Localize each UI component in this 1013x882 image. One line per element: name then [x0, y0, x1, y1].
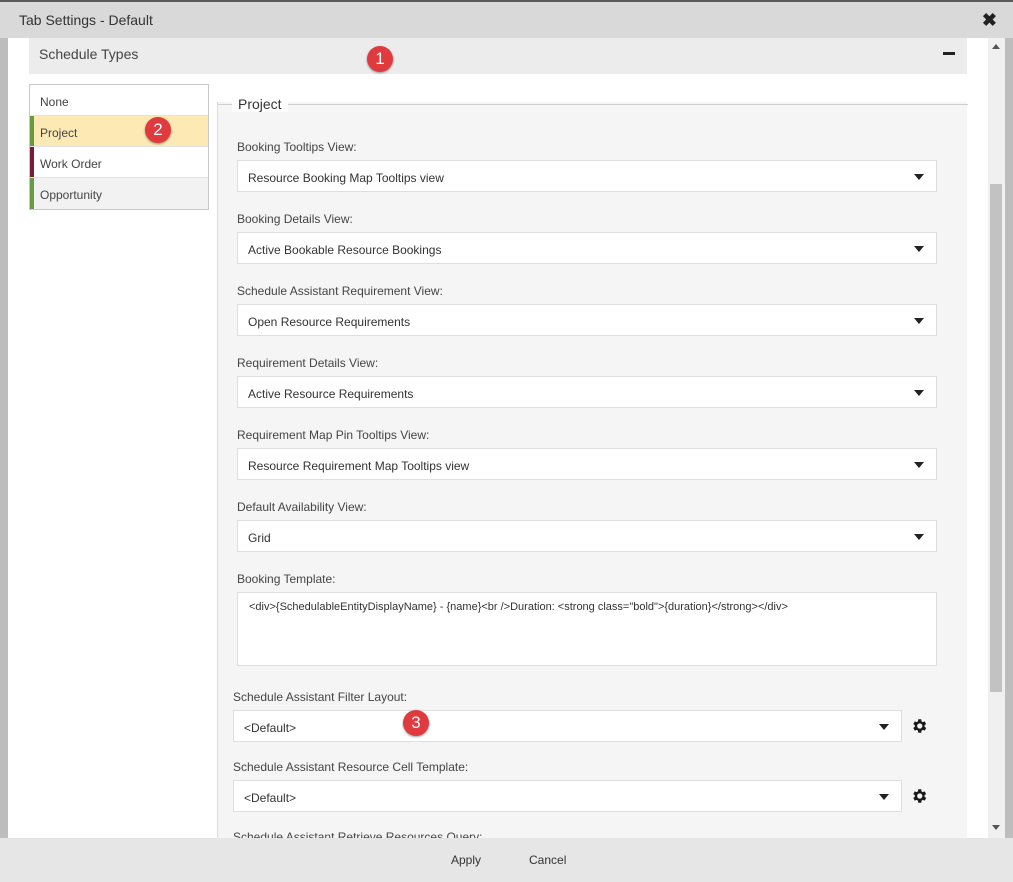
resource-cell-template-label: Schedule Assistant Resource Cell Templat…	[233, 760, 469, 774]
map-pin-tooltips-label: Requirement Map Pin Tooltips View:	[237, 428, 430, 442]
select-value: Resource Requirement Map Tooltips view	[248, 459, 470, 473]
schedule-type-opportunity[interactable]: Opportunity	[30, 178, 208, 209]
retrieve-resources-query-label: Schedule Assistant Retrieve Resources Qu…	[233, 830, 483, 838]
panel-legend: Project	[232, 96, 288, 112]
chevron-down-icon	[914, 318, 924, 324]
requirement-details-select[interactable]: Active Resource Requirements	[237, 376, 937, 408]
select-value: <Default>	[244, 791, 297, 805]
apply-button[interactable]: Apply	[451, 853, 481, 867]
booking-details-select[interactable]: Active Bookable Resource Bookings	[237, 232, 937, 264]
schedule-type-label: Project	[40, 126, 78, 140]
availability-view-label: Default Availability View:	[237, 500, 367, 514]
availability-view-select[interactable]: Grid	[237, 520, 937, 552]
scroll-down-icon[interactable]	[992, 825, 1000, 830]
schedule-types-header[interactable]: Schedule Types	[29, 38, 967, 74]
chevron-down-icon	[914, 462, 924, 468]
tab-settings-dialog: Schedule Types 1 None Project Work Order…	[8, 38, 1005, 838]
sa-requirement-view-label: Schedule Assistant Requirement View:	[237, 284, 443, 298]
cancel-button[interactable]: Cancel	[529, 853, 566, 867]
schedule-type-none[interactable]: None	[30, 85, 208, 116]
select-value: Grid	[248, 531, 271, 545]
fieldset-border	[218, 104, 968, 105]
chevron-down-icon	[879, 724, 889, 730]
annotation-badge-2: 2	[145, 117, 171, 143]
chevron-down-icon	[914, 390, 924, 396]
resource-cell-template-select[interactable]: <Default>	[233, 780, 902, 812]
schedule-type-list: None Project Work Order Opportunity	[29, 84, 209, 210]
scroll-up-icon[interactable]	[992, 44, 1000, 49]
chevron-down-icon	[914, 174, 924, 180]
filter-layout-label: Schedule Assistant Filter Layout:	[233, 690, 408, 704]
dialog-footer: Apply Cancel	[0, 838, 1013, 882]
filter-layout-select[interactable]: <Default>	[233, 710, 902, 742]
select-value: Active Resource Requirements	[248, 387, 414, 401]
schedule-type-work-order[interactable]: Work Order	[30, 147, 208, 178]
select-value: Open Resource Requirements	[248, 315, 411, 329]
collapse-icon[interactable]	[943, 52, 955, 55]
select-value: <Default>	[244, 721, 297, 735]
schedule-type-label: Work Order	[40, 157, 102, 171]
close-icon[interactable]: ✖	[982, 10, 997, 31]
background-app-right	[1005, 38, 1013, 838]
type-color-stripe	[30, 116, 34, 146]
schedule-type-label: None	[40, 95, 69, 109]
type-color-stripe	[30, 147, 34, 177]
textarea-value: <div>{SchedulableEntityDisplayName} - {n…	[249, 601, 788, 613]
booking-tooltips-select[interactable]: Resource Booking Map Tooltips view	[237, 160, 937, 192]
schedule-type-project[interactable]: Project	[30, 116, 208, 147]
project-settings-panel: Project Booking Tooltips View: Resource …	[217, 96, 968, 838]
section-title: Schedule Types	[39, 46, 139, 62]
select-value: Resource Booking Map Tooltips view	[248, 171, 444, 185]
annotation-badge-1: 1	[367, 46, 393, 72]
chevron-down-icon	[914, 246, 924, 252]
type-color-stripe	[30, 178, 34, 209]
dialog-titlebar: Tab Settings - Default ✖	[0, 0, 1013, 38]
booking-details-label: Booking Details View:	[237, 212, 353, 226]
background-app-left	[0, 38, 8, 838]
scrollbar-thumb[interactable]	[990, 184, 1002, 692]
map-pin-tooltips-select[interactable]: Resource Requirement Map Tooltips view	[237, 448, 937, 480]
chevron-down-icon	[879, 794, 889, 800]
sa-requirement-view-select[interactable]: Open Resource Requirements	[237, 304, 937, 336]
annotation-badge-3: 3	[403, 710, 429, 736]
gear-icon[interactable]	[910, 717, 928, 735]
vertical-scrollbar[interactable]	[988, 38, 1005, 838]
requirement-details-label: Requirement Details View:	[237, 356, 379, 370]
schedule-type-label: Opportunity	[40, 188, 103, 202]
gear-icon[interactable]	[910, 787, 928, 805]
dialog-title: Tab Settings - Default	[19, 12, 153, 28]
booking-tooltips-label: Booking Tooltips View:	[237, 140, 357, 154]
booking-template-label: Booking Template:	[237, 572, 336, 586]
chevron-down-icon	[914, 534, 924, 540]
booking-template-textarea[interactable]: <div>{SchedulableEntityDisplayName} - {n…	[237, 592, 937, 666]
select-value: Active Bookable Resource Bookings	[248, 243, 442, 257]
